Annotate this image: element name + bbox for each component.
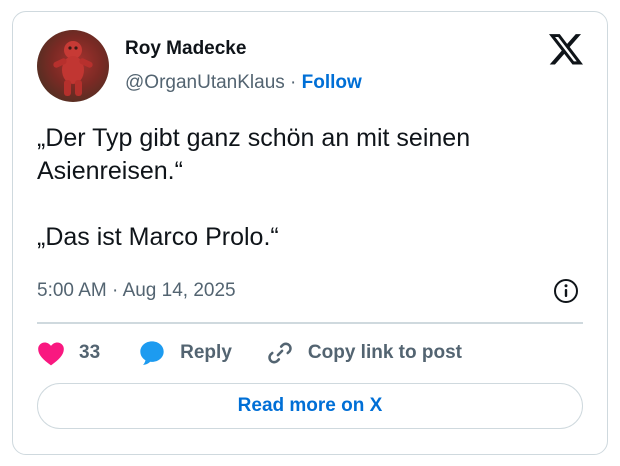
- like-count: 33: [79, 342, 101, 363]
- read-more-button[interactable]: Read more on X: [37, 383, 583, 429]
- post-card: Roy Madecke @OrganUtanKlaus · Follow „De…: [12, 11, 608, 455]
- post-time[interactable]: 5:00 AM: [37, 280, 107, 301]
- action-bar: 33 Reply Copy link to post: [37, 336, 462, 370]
- like-button[interactable]: 33: [37, 340, 100, 366]
- post-timestamp[interactable]: 5:00 AM · Aug 14, 2025: [37, 280, 236, 302]
- follow-link[interactable]: Follow: [302, 72, 362, 93]
- reply-button[interactable]: Reply: [138, 339, 232, 367]
- heart-icon: [38, 342, 64, 366]
- reply-label: Reply: [180, 342, 232, 363]
- author-handle[interactable]: @OrganUtanKlaus: [125, 72, 285, 93]
- link-icon: [268, 342, 292, 364]
- post-text: „Der Typ gibt ganz schön an mit seinen A…: [37, 124, 471, 251]
- info-icon[interactable]: [553, 278, 579, 304]
- x-logo-icon[interactable]: [549, 34, 583, 66]
- speech-bubble-icon: [140, 341, 164, 365]
- handle-separator: ·: [290, 72, 297, 93]
- time-separator: ·: [112, 280, 119, 301]
- avatar-figure-icon: [53, 41, 93, 96]
- copy-link-label: Copy link to post: [307, 342, 462, 363]
- copy-link-button[interactable]: Copy link to post: [266, 339, 462, 367]
- author-handle-row: @OrganUtanKlaus · Follow: [125, 72, 362, 94]
- author-name[interactable]: Roy Madecke: [125, 38, 246, 60]
- divider: [37, 322, 583, 324]
- post-date[interactable]: Aug 14, 2025: [123, 280, 236, 301]
- avatar[interactable]: [37, 30, 109, 102]
